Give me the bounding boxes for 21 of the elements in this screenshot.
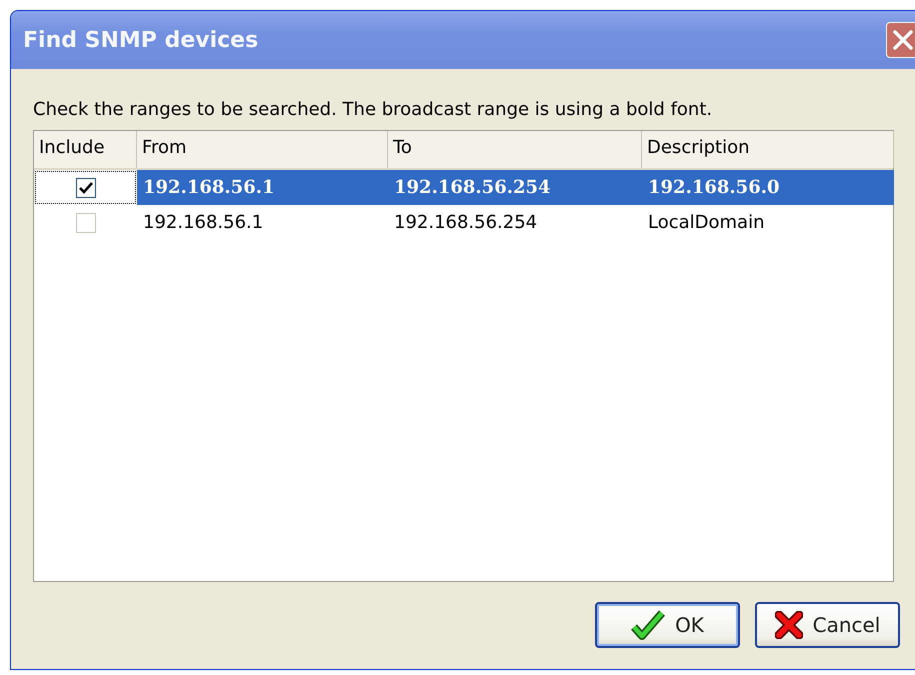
close-icon xyxy=(892,29,914,51)
checkbox[interactable] xyxy=(76,178,96,198)
table-row[interactable]: 192.168.56.1 192.168.56.254 LocalDomain xyxy=(34,205,893,240)
column-header[interactable]: Include xyxy=(34,131,137,168)
window-title: Find SNMP devices xyxy=(23,28,258,52)
column-header[interactable]: Description xyxy=(642,131,894,168)
table-cell: 192.168.56.1 xyxy=(137,170,388,205)
close-button[interactable] xyxy=(886,22,915,58)
column-header[interactable]: To xyxy=(388,131,642,168)
cross-icon xyxy=(774,611,803,639)
cancel-button[interactable]: Cancel xyxy=(755,602,900,648)
column-header[interactable]: From xyxy=(137,131,388,168)
table-cell-text: 192.168.56.254 xyxy=(393,211,538,235)
table-cell-text: 192.168.56.1 xyxy=(142,211,264,235)
table-cell: 192.168.56.0 xyxy=(642,170,894,205)
table-row[interactable]: 192.168.56.1 192.168.56.254 192.168.56.0 xyxy=(34,170,893,205)
ok-button[interactable]: OK xyxy=(595,602,740,648)
instruction-text: Check the ranges to be searched. The broadcast range is using a bold font. xyxy=(33,99,714,120)
table-cell-text: LocalDomain xyxy=(647,211,766,235)
table-cell: 192.168.56.254 xyxy=(388,170,642,205)
checkmark-icon xyxy=(631,610,666,640)
